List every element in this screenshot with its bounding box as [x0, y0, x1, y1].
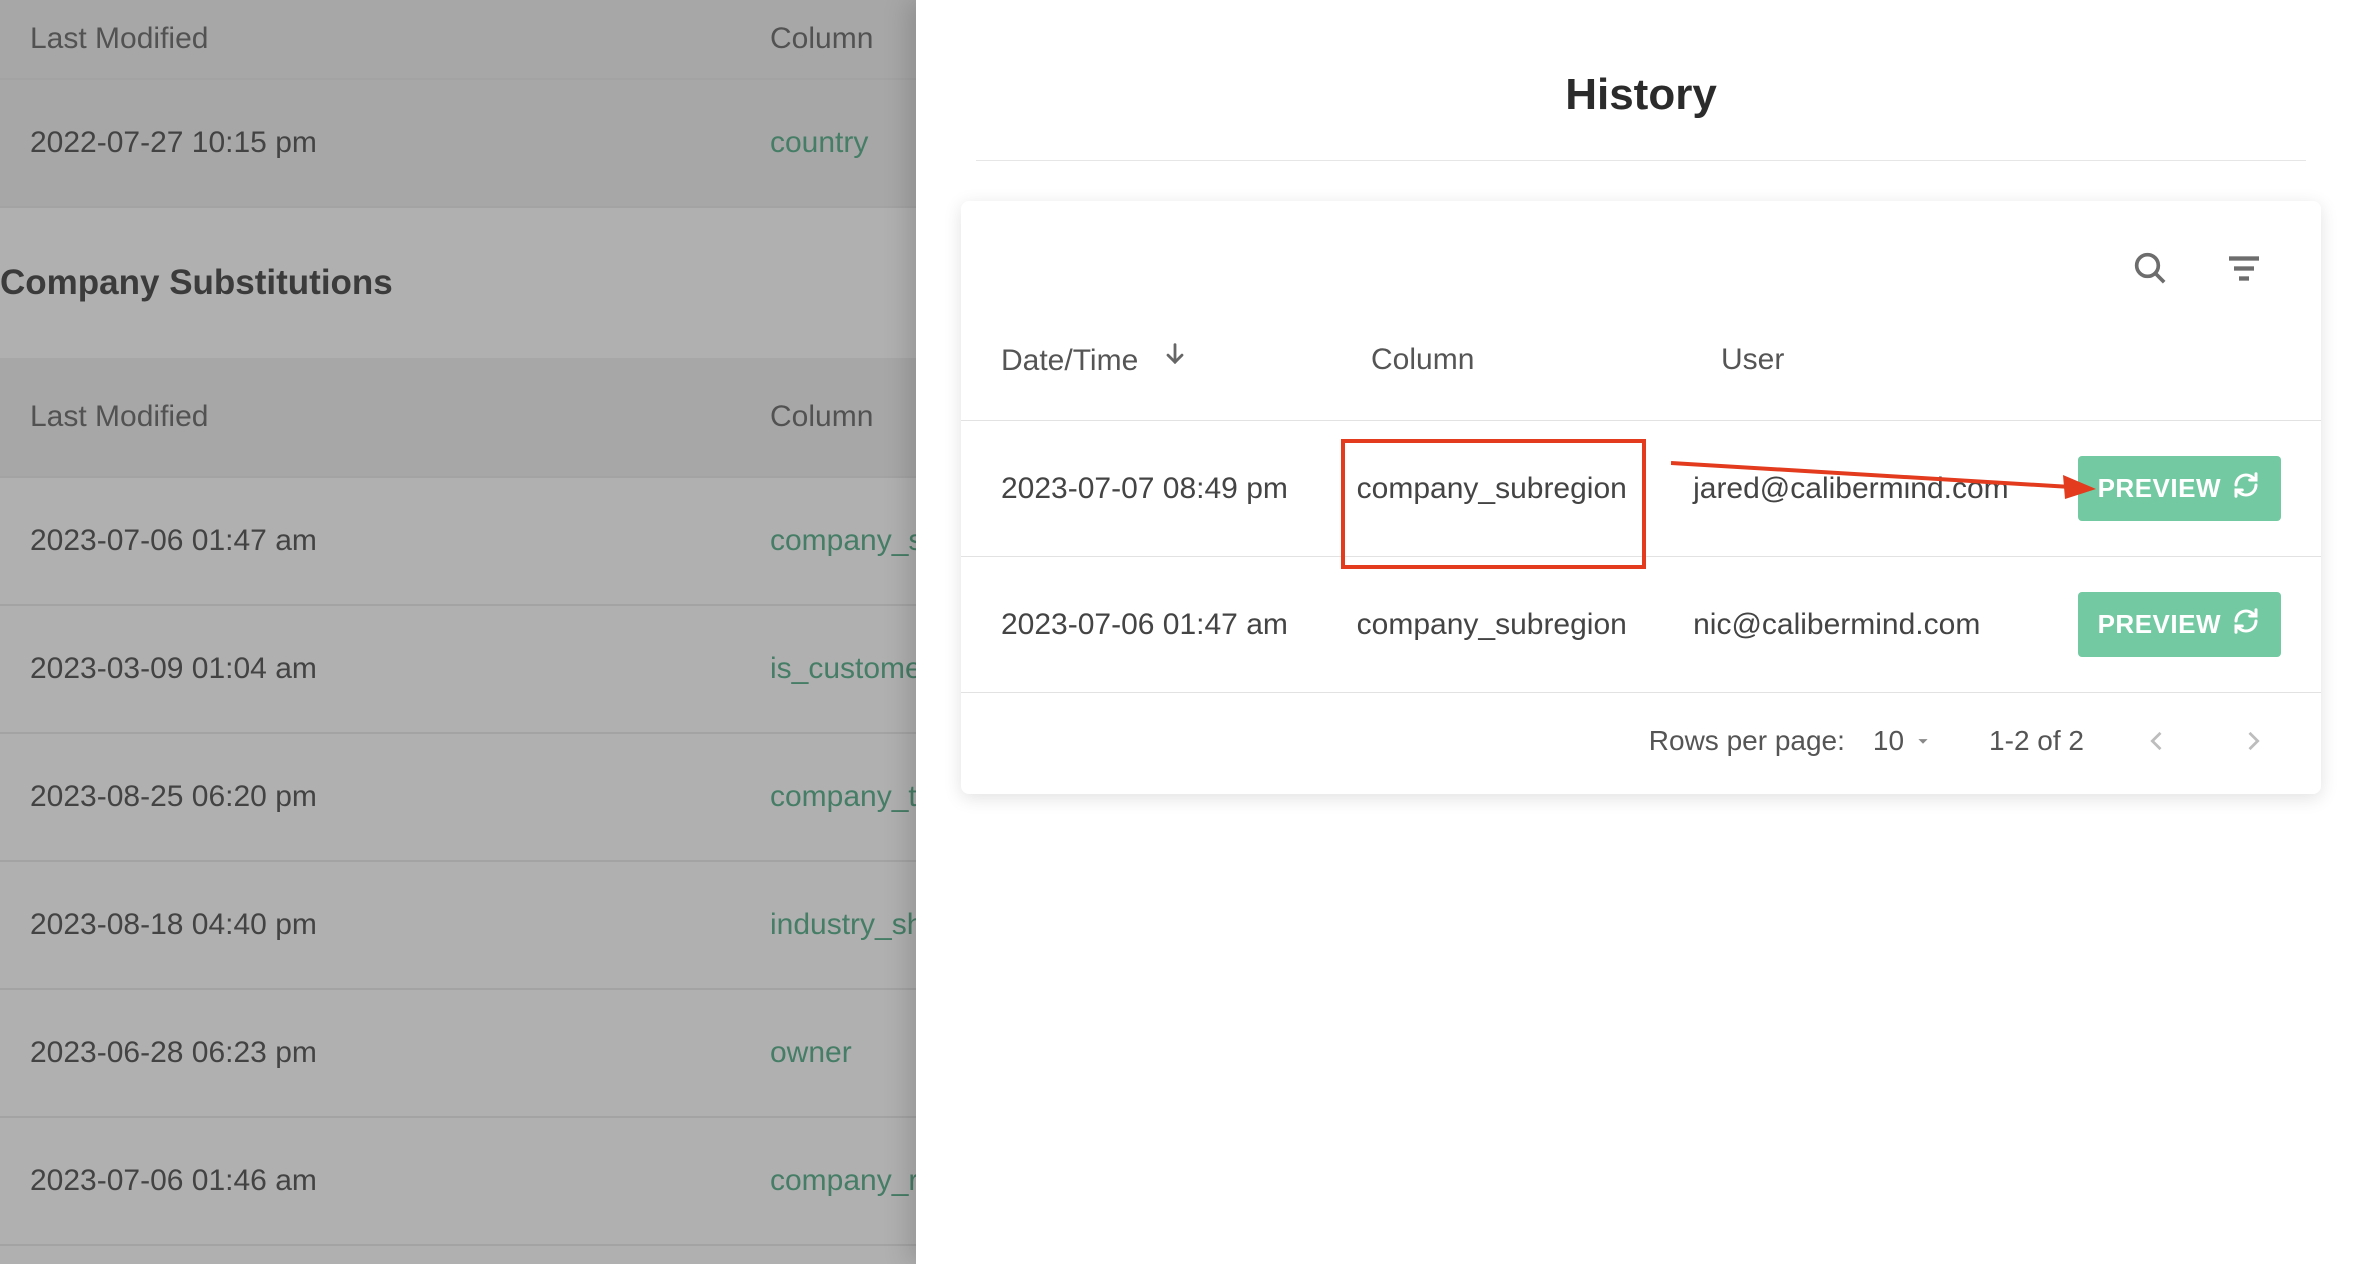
col-header-user[interactable]: User: [1721, 343, 2121, 377]
pagination: Rows per page: 10 1-2 of 2: [961, 692, 2321, 794]
cell-user: nic@calibermind.com: [1693, 608, 2077, 642]
preview-button-label: PREVIEW: [2098, 473, 2221, 504]
bg-header-column: Column: [770, 22, 873, 56]
cell-column: company_subregion: [1357, 472, 1693, 506]
filter-icon[interactable]: [2222, 246, 2266, 290]
bg-cell-column: country: [770, 126, 868, 160]
bg-cell-date: 2022-07-27 10:15 pm: [30, 126, 770, 160]
rows-per-page: Rows per page: 10: [1649, 725, 1934, 757]
prev-page-button[interactable]: [2139, 723, 2175, 759]
rows-per-page-select[interactable]: 10: [1873, 725, 1934, 757]
restore-icon: [2231, 606, 2261, 643]
bg-cell-date: 2023-06-28 06:23 pm: [30, 1036, 770, 1070]
history-row: 2023-07-07 08:49 pm company_subregion ja…: [961, 420, 2321, 556]
pagination-range: 1-2 of 2: [1989, 725, 2084, 757]
sort-desc-icon: [1161, 340, 1189, 376]
panel-title: History: [916, 0, 2366, 160]
history-row: 2023-07-06 01:47 am company_subregion ni…: [961, 556, 2321, 692]
preview-button[interactable]: PREVIEW: [2078, 592, 2281, 657]
bg-cell-date: 2023-03-09 01:04 am: [30, 652, 770, 686]
search-icon[interactable]: [2128, 246, 2172, 290]
history-card: Date/Time Column User 2023-07-07 08:49 p…: [961, 201, 2321, 794]
cell-column: company_subregion: [1357, 608, 1693, 642]
restore-icon: [2231, 470, 2261, 507]
bg-cell-date: 2023-07-06 01:47 am: [30, 524, 770, 558]
bg-cell-column: company_su: [770, 524, 940, 558]
preview-button[interactable]: PREVIEW: [2078, 456, 2281, 521]
bg-cell-column: company_re: [770, 1164, 935, 1198]
history-panel: History Date/Time: [916, 0, 2366, 1264]
cell-datetime: 2023-07-06 01:47 am: [1001, 608, 1357, 642]
bg-cell-column: company_ti: [770, 780, 923, 814]
divider: [976, 160, 2306, 161]
cell-datetime: 2023-07-07 08:49 pm: [1001, 472, 1357, 506]
col-header-datetime-label: Date/Time: [1001, 344, 1138, 377]
bg-header-column: Column: [770, 400, 873, 434]
next-page-button[interactable]: [2235, 723, 2271, 759]
bg-cell-date: 2023-08-18 04:40 pm: [30, 908, 770, 942]
chevron-down-icon: [1912, 730, 1934, 752]
bg-cell-column: is_customer: [770, 652, 932, 686]
bg-cell-date: 2023-07-06 01:46 am: [30, 1164, 770, 1198]
table-header-row: Date/Time Column User: [961, 300, 2321, 420]
bg-header-last-modified: Last Modified: [30, 22, 770, 56]
col-header-datetime[interactable]: Date/Time: [1001, 342, 1371, 378]
bg-header-last-modified: Last Modified: [30, 400, 770, 434]
rows-per-page-value: 10: [1873, 725, 1904, 757]
col-header-column[interactable]: Column: [1371, 343, 1721, 377]
card-toolbar: [961, 201, 2321, 300]
cell-user: jared@calibermind.com: [1693, 472, 2077, 506]
preview-button-label: PREVIEW: [2098, 609, 2221, 640]
bg-cell-column: industry_sh: [770, 908, 923, 942]
rows-per-page-label: Rows per page:: [1649, 725, 1845, 757]
bg-cell-column: owner: [770, 1036, 852, 1070]
bg-cell-date: 2023-08-25 06:20 pm: [30, 780, 770, 814]
